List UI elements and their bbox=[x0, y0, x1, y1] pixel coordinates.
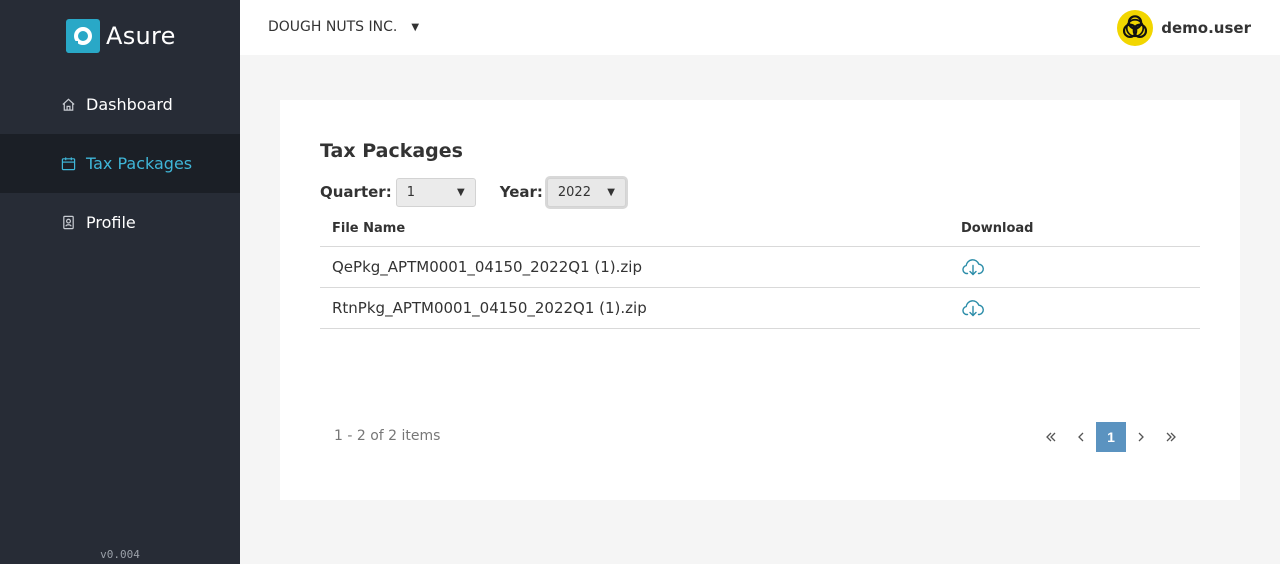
double-chevron-left-icon bbox=[1046, 432, 1056, 442]
quarter-label: Quarter: bbox=[320, 183, 392, 201]
caret-down-icon: ▼ bbox=[457, 186, 465, 198]
filters-bar: Quarter: 1 ▼ Year: 2022 ▼ bbox=[320, 177, 626, 207]
page-1-button[interactable]: 1 bbox=[1096, 422, 1126, 452]
sidebar-item-label: Dashboard bbox=[86, 95, 173, 114]
logo-text: Asure bbox=[106, 22, 176, 50]
home-icon bbox=[60, 97, 76, 113]
version-label: v0.004 bbox=[100, 548, 140, 561]
double-chevron-right-icon bbox=[1166, 432, 1176, 442]
sidebar-item-tax-packages[interactable]: Tax Packages bbox=[0, 134, 240, 193]
chevron-right-icon bbox=[1138, 432, 1144, 442]
company-name: DOUGH NUTS INC. bbox=[268, 19, 398, 35]
chevron-left-icon bbox=[1078, 432, 1084, 442]
caret-down-icon: ▼ bbox=[607, 186, 615, 198]
table-row: QePkg_APTM0001_04150_2022Q1 (1).zip bbox=[320, 247, 1200, 288]
user-menu[interactable]: demo.user bbox=[1117, 10, 1251, 46]
pager: 1 bbox=[1036, 422, 1186, 452]
year-value: 2022 bbox=[557, 184, 591, 200]
first-page-button[interactable] bbox=[1036, 422, 1066, 452]
tax-packages-card: Tax Packages Quarter: 1 ▼ Year: 2022 ▼ F… bbox=[280, 100, 1240, 500]
download-cell bbox=[949, 298, 1200, 318]
asure-logo-icon bbox=[66, 19, 100, 53]
sidebar-item-label: Profile bbox=[86, 213, 136, 232]
username: demo.user bbox=[1161, 19, 1251, 37]
column-header-download[interactable]: Download bbox=[949, 221, 1200, 236]
page-title: Tax Packages bbox=[320, 140, 463, 162]
biohazard-icon bbox=[1117, 10, 1154, 46]
prev-page-button[interactable] bbox=[1066, 422, 1096, 452]
sidebar-item-label: Tax Packages bbox=[86, 154, 193, 173]
year-label: Year: bbox=[499, 183, 543, 201]
id-badge-icon bbox=[60, 215, 76, 231]
top-bar: DOUGH NUTS INC. ▼ demo.user bbox=[240, 0, 1280, 55]
table-row: RtnPkg_APTM0001_04150_2022Q1 (1).zip bbox=[320, 288, 1200, 329]
pager-info: 1 - 2 of 2 items bbox=[334, 428, 441, 444]
year-select[interactable]: 2022 ▼ bbox=[546, 177, 626, 207]
sidebar-item-dashboard[interactable]: Dashboard bbox=[0, 75, 240, 134]
sidebar: Asure Dashboard Tax Packages Profile v0.… bbox=[0, 0, 240, 564]
company-selector[interactable]: DOUGH NUTS INC. ▼ bbox=[268, 19, 419, 35]
calendar-icon bbox=[60, 156, 76, 172]
tax-packages-table: File Name Download QePkg_APTM0001_04150_… bbox=[320, 210, 1200, 329]
table-header: File Name Download bbox=[320, 210, 1200, 247]
sidebar-item-profile[interactable]: Profile bbox=[0, 193, 240, 252]
last-page-button[interactable] bbox=[1156, 422, 1186, 452]
quarter-value: 1 bbox=[406, 184, 415, 200]
cloud-download-icon[interactable] bbox=[961, 298, 985, 318]
file-name-cell: RtnPkg_APTM0001_04150_2022Q1 (1).zip bbox=[332, 299, 647, 317]
sidebar-nav: Dashboard Tax Packages Profile bbox=[0, 75, 240, 252]
asure-logo[interactable]: Asure bbox=[66, 19, 176, 53]
download-cell bbox=[949, 257, 1200, 277]
quarter-select[interactable]: 1 ▼ bbox=[395, 177, 476, 207]
column-header-file-name[interactable]: File Name bbox=[320, 221, 949, 236]
next-page-button[interactable] bbox=[1126, 422, 1156, 452]
caret-down-icon: ▼ bbox=[411, 21, 420, 33]
cloud-download-icon[interactable] bbox=[961, 257, 985, 277]
file-name-cell: QePkg_APTM0001_04150_2022Q1 (1).zip bbox=[332, 258, 642, 276]
